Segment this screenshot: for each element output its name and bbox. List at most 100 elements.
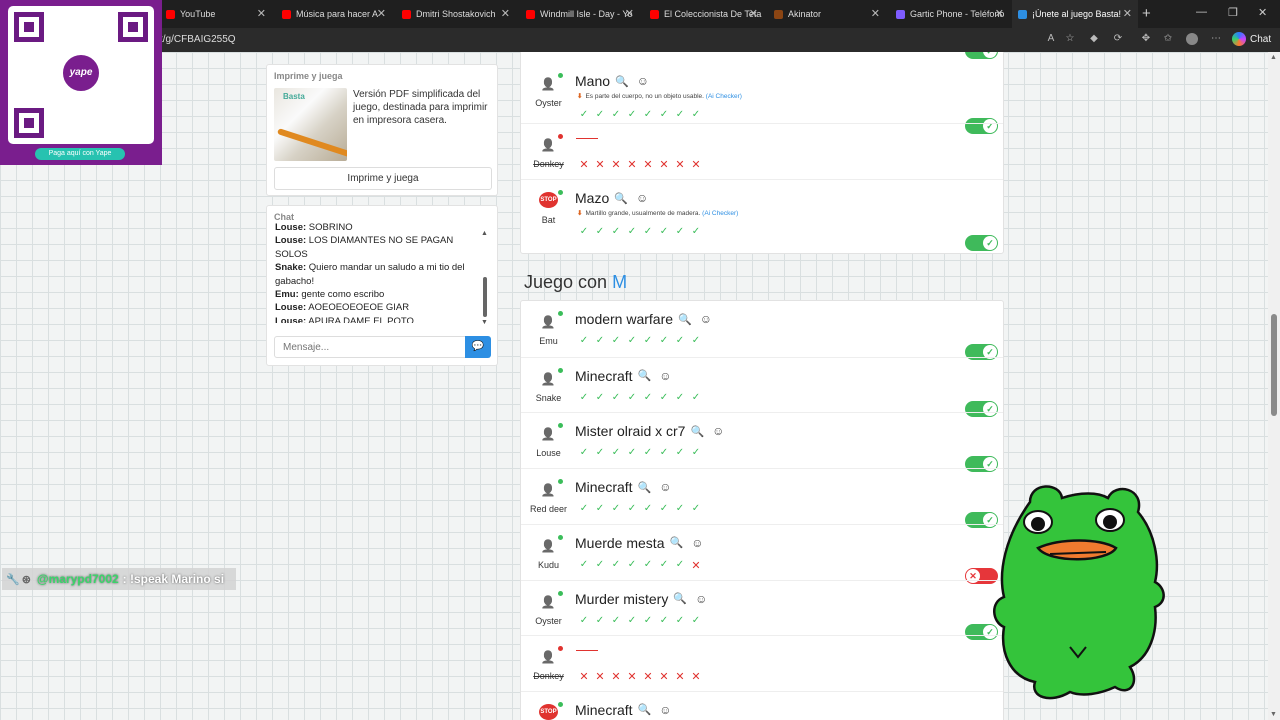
browser-tab[interactable]: YouTube ✕: [160, 0, 272, 28]
emoji-react-icon[interactable]: ☺: [691, 536, 703, 550]
browser-tab[interactable]: Gartic Phone - Teléfono ✕: [890, 0, 1010, 28]
validity-toggle[interactable]: ✓: [965, 235, 998, 251]
check-icon: ✓: [659, 109, 669, 120]
extensions-puzzle-icon[interactable]: ✥: [1140, 33, 1152, 45]
emoji-react-icon[interactable]: ☺: [659, 480, 671, 494]
profile-avatar[interactable]: [1186, 33, 1198, 45]
emoji-react-icon[interactable]: ☺: [659, 369, 671, 383]
chat-message-text: APURA DAME EL POTO: [308, 315, 414, 323]
check-icon: ✓: [675, 447, 685, 459]
browser-tab[interactable]: Akinator ✕: [768, 0, 886, 28]
page-scroll-thumb[interactable]: [1271, 314, 1277, 416]
empty-answer-dash: [576, 138, 598, 139]
read-aloud-icon[interactable]: A: [1045, 33, 1057, 45]
page-scrollbar[interactable]: ▲ ▼: [1268, 52, 1280, 720]
browser-tab[interactable]: ¡Únete al juego Basta! ✕: [1012, 0, 1138, 28]
browser-tab[interactable]: Windmill Isle - Day - Yo ✕: [520, 0, 640, 28]
chat-message-author: Louse:: [275, 302, 307, 314]
person-avatar-icon: 👤: [540, 138, 556, 152]
search-icon[interactable]: 🔍: [678, 313, 692, 326]
tab-close-icon[interactable]: ✕: [257, 7, 266, 20]
page-scroll-down-icon[interactable]: ▼: [1270, 711, 1277, 718]
emoji-react-icon[interactable]: ☺: [712, 424, 724, 438]
refresh-icon[interactable]: ⟳: [1112, 33, 1124, 45]
browser-tab[interactable]: El Coleccionista De Teta ✕: [644, 0, 764, 28]
answer-row: 👤 Oyster Mano 🔍 ☺ ⬇ Es parte del cuerpo, no un…: [521, 63, 1003, 134]
chat-message-input[interactable]: [274, 336, 466, 358]
search-icon[interactable]: 🔍: [638, 369, 652, 382]
player-name: Red deer: [529, 504, 568, 515]
print-thumbnail: Basta: [274, 88, 347, 161]
browser-tab[interactable]: Música para hacer A ✕: [276, 0, 392, 28]
more-menu-icon[interactable]: ⋯: [1210, 33, 1222, 45]
validity-toggle[interactable]: ✓: [965, 52, 998, 59]
chat-scroll-up-icon[interactable]: ▲: [481, 230, 488, 237]
favorite-star-icon[interactable]: ☆: [1064, 33, 1076, 45]
chat-scroll-thumb[interactable]: [483, 277, 487, 317]
emoji-react-icon[interactable]: ☺: [695, 592, 707, 606]
person-avatar-icon: 👤: [540, 315, 556, 329]
chat-message-text: gente como escribo: [301, 289, 385, 301]
check-icon: ✓: [659, 447, 669, 459]
print-thumbnail-logo: Basta: [283, 92, 305, 101]
search-icon[interactable]: 🔍: [638, 703, 652, 716]
tab-close-icon[interactable]: ✕: [625, 7, 634, 20]
ai-checker-note: ⬇ Martillo grande, usualmente de madera. …: [577, 209, 738, 217]
browser-tab[interactable]: Dmitri Shostakovich ✕: [396, 0, 516, 28]
search-icon[interactable]: 🔍: [673, 592, 687, 605]
emoji-react-icon[interactable]: ☺: [637, 74, 649, 88]
player-status-dot: [558, 646, 563, 652]
tab-close-icon[interactable]: ✕: [871, 7, 880, 20]
ai-note-text: Martillo grande, usualmente de madera.: [585, 210, 701, 217]
player-status-dot: [558, 190, 563, 195]
vote-marks: ✓ ✓ ✓ ✓ ✓ ✓ ✓ ✓: [578, 615, 702, 626]
tab-close-icon[interactable]: ✕: [1123, 7, 1132, 20]
favorites-icon[interactable]: ✩: [1162, 33, 1174, 45]
print-and-play-button[interactable]: Imprime y juega: [274, 167, 492, 190]
qr-finder-bottom-left: [14, 108, 44, 138]
search-icon[interactable]: 🔍: [669, 536, 683, 549]
copilot-chat-button[interactable]: Chat: [1232, 32, 1271, 46]
check-icon: ✓: [691, 391, 701, 403]
search-icon[interactable]: 🔍: [638, 481, 652, 494]
restore-icon[interactable]: ❐: [1228, 6, 1238, 19]
check-icon: ✓: [627, 447, 637, 459]
minimize-icon[interactable]: —: [1196, 6, 1207, 18]
stop-avatar-icon: STOP: [539, 703, 558, 720]
player-name: Oyster: [535, 98, 562, 108]
tab-close-icon[interactable]: ✕: [995, 7, 1004, 20]
search-icon[interactable]: 🔍: [615, 75, 629, 88]
search-icon[interactable]: 🔍: [614, 192, 628, 205]
tab-close-icon[interactable]: ✕: [501, 7, 510, 20]
stream-chat-message: 🔧 ⊛ @marypd7002 : !speak Marino si: [2, 568, 237, 590]
tab-close-icon[interactable]: ✕: [377, 7, 386, 20]
qr-finder-top-left: [14, 12, 44, 42]
url-text[interactable]: t/g/CFBAIG255Q: [160, 34, 236, 45]
vote-marks: ✕ ✕ ✕ ✕ ✕ ✕ ✕ ✕: [578, 670, 702, 683]
tab-close-icon[interactable]: ✕: [749, 7, 758, 20]
person-avatar-icon: 👤: [540, 371, 556, 386]
page-scroll-up-icon[interactable]: ▲: [1270, 54, 1277, 61]
close-window-icon[interactable]: ✕: [1258, 6, 1267, 19]
extension-icon[interactable]: ◆: [1088, 33, 1100, 45]
person-avatar-icon: 👤: [540, 427, 556, 442]
chat-card: Chat Louse: SOBRINO Louse: LOS DIAMANTES …: [266, 205, 498, 366]
copilot-icon: [1232, 32, 1246, 46]
emoji-react-icon[interactable]: ☺: [659, 703, 671, 717]
qr-finder-top-right: [118, 12, 148, 42]
new-tab-button[interactable]: +: [1142, 5, 1151, 22]
emoji-react-icon[interactable]: ☺: [636, 191, 648, 205]
chat-scrollbar[interactable]: ▲ ▼: [481, 230, 489, 326]
check-icon: ✓: [691, 447, 701, 459]
check-icon: ✓: [595, 391, 605, 403]
ai-checker-tag: (Ai Checker): [702, 210, 739, 217]
chat-send-button[interactable]: 💬: [465, 336, 491, 358]
search-icon[interactable]: 🔍: [690, 425, 704, 438]
cross-icon: ✕: [675, 159, 685, 171]
cross-icon: ✕: [595, 671, 605, 684]
cross-icon: ✕: [595, 159, 605, 171]
chat-scroll-down-icon[interactable]: ▼: [481, 319, 488, 326]
check-icon: ✓: [579, 503, 589, 515]
emoji-react-icon[interactable]: ☺: [700, 312, 712, 326]
chat-log: Louse: SOBRINO Louse: LOS DIAMANTES NO SE…: [275, 221, 480, 323]
